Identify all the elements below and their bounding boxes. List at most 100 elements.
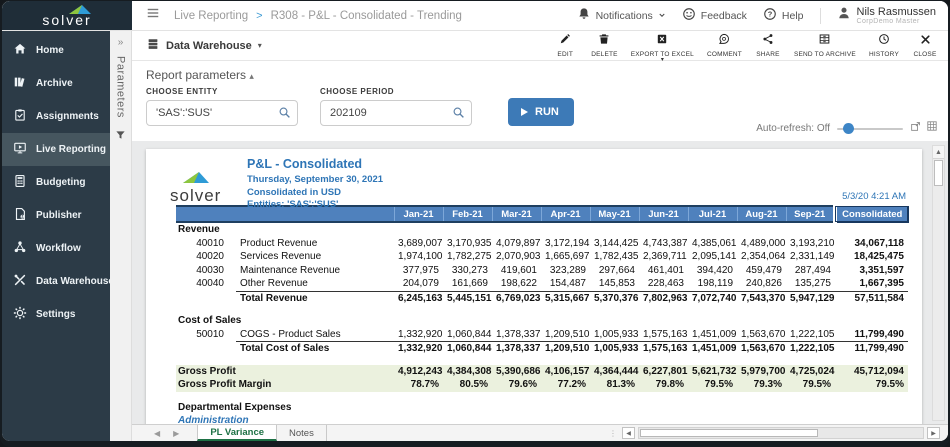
grid-view-icon[interactable] xyxy=(926,119,938,137)
parameters-panel-label[interactable]: Parameters xyxy=(115,56,127,118)
data-source-selector[interactable]: Data Warehouse ▾ xyxy=(146,37,262,54)
sidebar-item-publisher[interactable]: Publisher xyxy=(2,199,110,232)
tab-pl-variance[interactable]: PL Variance xyxy=(197,425,277,441)
filter-funnel-icon[interactable] xyxy=(115,128,126,146)
report-parameters-title: Report parameters xyxy=(146,68,246,82)
table-cell: 5,979,700 xyxy=(737,365,786,379)
excel-icon xyxy=(656,32,668,50)
run-button[interactable]: RUN xyxy=(508,98,574,126)
vertical-scrollbar[interactable]: ▲ xyxy=(932,145,945,421)
table-cell: 79.5% xyxy=(786,378,835,392)
share-button[interactable]: SHARE xyxy=(755,32,781,58)
period-input[interactable] xyxy=(320,100,472,126)
table-cell: Administration xyxy=(176,414,908,424)
top-bar: solver Live Reporting > R308 - P&L - Con… xyxy=(2,1,948,31)
table-cell: 57,511,584 xyxy=(835,291,908,305)
publisher-icon xyxy=(13,207,27,224)
sidebar-item-assignments[interactable]: Assignments xyxy=(2,100,110,133)
sidebar-item-archive[interactable]: Archive xyxy=(2,67,110,100)
send-to-archive-button[interactable]: SEND TO ARCHIVE xyxy=(794,32,856,58)
column-header-mar-21: Mar-21 xyxy=(492,206,541,222)
report-viewport: solver P&L - Consolidated Thursday, Sept… xyxy=(132,141,948,424)
table-cell xyxy=(176,291,236,305)
table-row-spacer xyxy=(176,392,908,401)
table-cell: 1,060,844 xyxy=(443,328,492,342)
user-menu[interactable]: Nils Rasmussen CorpDemo Master xyxy=(837,6,936,26)
drag-handle-icon[interactable]: ⋮ xyxy=(609,429,617,438)
hamburger-menu-icon[interactable] xyxy=(146,6,160,25)
table-row-total-revenue: Total Revenue6,245,1635,445,1516,769,023… xyxy=(176,291,908,305)
breadcrumb: Live Reporting > R308 - P&L - Consolidat… xyxy=(174,10,462,22)
sidebar-item-live-reporting[interactable]: Live Reporting xyxy=(2,133,110,166)
column-header-jan-21: Jan-21 xyxy=(394,206,443,222)
chevron-down-icon xyxy=(658,10,666,22)
table-cell: 4,079,897 xyxy=(492,237,541,251)
table-cell: 40030 xyxy=(176,264,236,278)
tab-notes[interactable]: Notes xyxy=(277,425,327,441)
auto-refresh-slider[interactable] xyxy=(837,123,903,134)
table-cell: 4,743,387 xyxy=(639,237,688,251)
report-parameters-toggle[interactable]: Report parameters ▴ xyxy=(146,68,934,82)
action-label: SEND TO ARCHIVE xyxy=(794,51,856,58)
vertical-scrollbar-thumb[interactable] xyxy=(934,160,943,186)
table-cell: 1,209,510 xyxy=(541,342,590,356)
horizontal-scrollbar-thumb[interactable] xyxy=(640,429,818,437)
help-button[interactable]: ? Help xyxy=(763,7,804,24)
popout-icon[interactable] xyxy=(910,119,921,137)
table-cell: 419,601 xyxy=(492,264,541,278)
live-reporting-icon xyxy=(13,141,27,158)
sidebar-item-settings[interactable]: Settings xyxy=(2,298,110,331)
sheet-tab-bar: ◀ ▶ PL Variance Notes ⋮ ◀ ▶ xyxy=(132,424,948,441)
table-row-gross-profit: Gross Profit4,912,2434,384,3085,390,6864… xyxy=(176,365,908,379)
pencil-icon xyxy=(559,32,571,50)
sidebar-item-home[interactable]: Home xyxy=(2,34,110,67)
sheet-prev-icon[interactable]: ◀ xyxy=(154,429,160,438)
scroll-right-icon[interactable]: ▶ xyxy=(927,427,940,439)
sidebar-item-label: Assignments xyxy=(36,111,99,122)
table-cell: 1,332,920 xyxy=(394,342,443,356)
table-cell: 2,331,149 xyxy=(786,250,835,264)
solver-logo: solver xyxy=(2,1,132,30)
edit-button[interactable]: EDIT xyxy=(552,32,578,58)
breadcrumb-section[interactable]: Live Reporting xyxy=(174,10,248,22)
table-cell: 79.5% xyxy=(688,378,737,392)
scroll-left-icon[interactable]: ◀ xyxy=(622,427,635,439)
sidebar-item-label: Archive xyxy=(36,78,73,89)
archive-box-icon xyxy=(818,32,831,50)
sheet-next-icon[interactable]: ▶ xyxy=(173,429,179,438)
table-cell: 40040 xyxy=(176,277,236,291)
horizontal-scrollbar-track[interactable] xyxy=(638,427,924,439)
expand-panel-icon[interactable]: » xyxy=(118,37,124,48)
chevron-down-icon: ▾ xyxy=(258,41,262,50)
pnl-table: Jan-21Feb-21Mar-21Apr-21May-21Jun-21Jul-… xyxy=(176,205,909,424)
scroll-up-icon[interactable]: ▲ xyxy=(933,146,944,159)
sidebar-item-workflow[interactable]: Workflow xyxy=(2,232,110,265)
sidebar-item-data-warehouse[interactable]: Data Warehouse xyxy=(2,265,110,298)
table-cell: 1,974,100 xyxy=(394,250,443,264)
table-cell: 6,245,163 xyxy=(394,291,443,305)
table-cell: 3,170,935 xyxy=(443,237,492,251)
export-to-excel-button[interactable]: EXPORT TO EXCEL▾ xyxy=(631,32,694,62)
data-warehouse-icon xyxy=(146,37,160,54)
sidebar-item-budgeting[interactable]: Budgeting xyxy=(2,166,110,199)
table-cell: 5,445,151 xyxy=(443,291,492,305)
history-button[interactable]: HISTORY xyxy=(869,32,899,58)
table-cell: Maintenance Revenue xyxy=(236,264,394,278)
table-cell: 4,385,061 xyxy=(688,237,737,251)
play-icon xyxy=(521,108,528,116)
svg-text:?: ? xyxy=(768,10,773,19)
comment-button[interactable]: COMMENT xyxy=(707,32,742,58)
close-button[interactable]: CLOSE xyxy=(912,32,938,58)
feedback-button[interactable]: Feedback xyxy=(682,7,747,24)
table-cell: 377,975 xyxy=(394,264,443,278)
report-toolbar: Data Warehouse ▾ EDIT DELETE EXPORT TO EXC… xyxy=(132,31,948,61)
action-label: COMMENT xyxy=(707,51,742,58)
report-timestamp: 5/3/20 4:21 AM xyxy=(842,191,906,202)
table-cell: 78.7% xyxy=(394,378,443,392)
table-cell xyxy=(176,305,908,314)
sidebar-item-label: Home xyxy=(36,45,64,56)
notifications-button[interactable]: Notifications xyxy=(577,7,666,24)
delete-button[interactable]: DELETE xyxy=(591,32,618,58)
entity-input[interactable] xyxy=(146,100,298,126)
table-cell: 50010 xyxy=(176,328,236,342)
